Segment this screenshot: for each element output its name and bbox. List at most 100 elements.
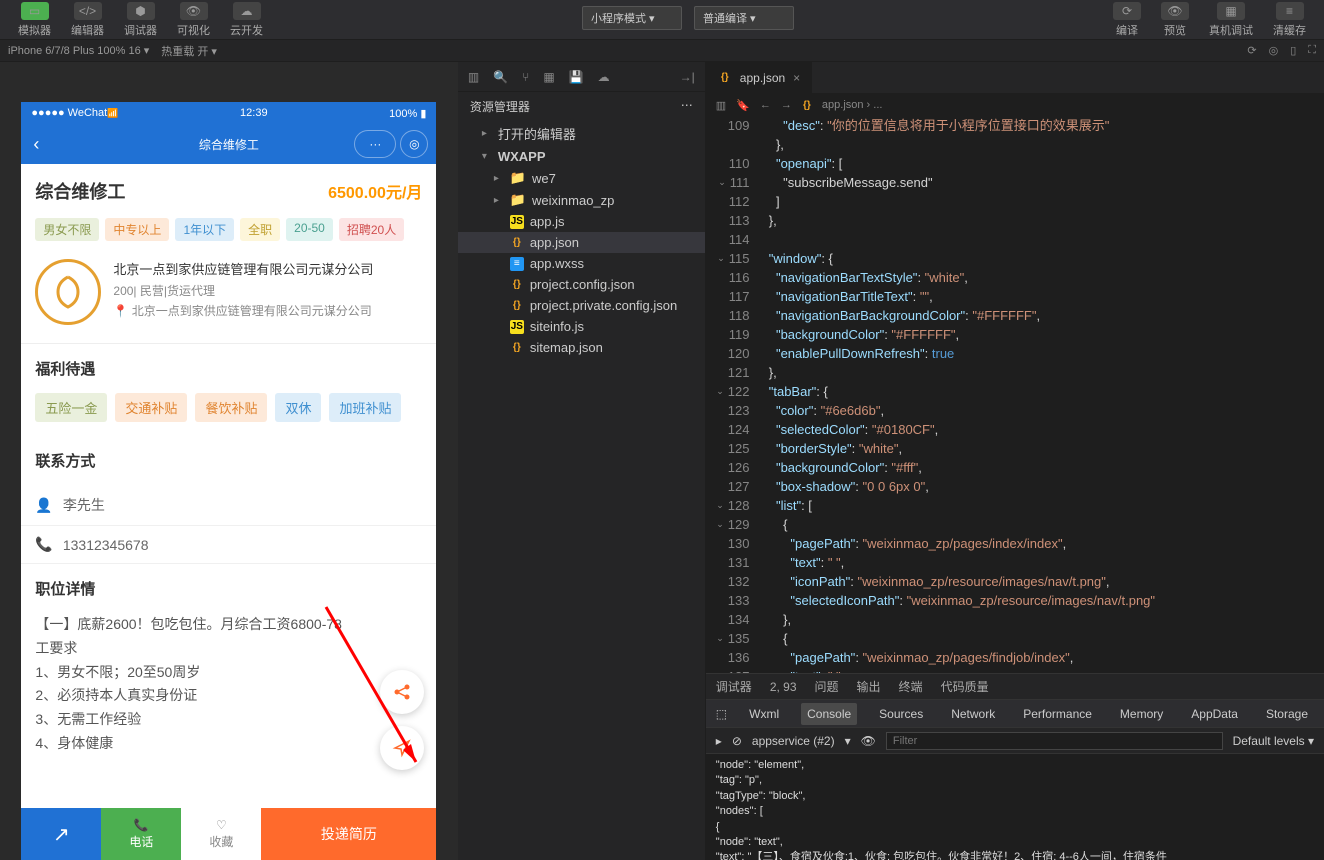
nav-title: 综合维修工: [199, 136, 259, 153]
debug-panel: 调试器 2, 93 问题 输出 终端 代码质量 ⬚ Wxml Console S…: [706, 673, 1324, 860]
file-item[interactable]: ≡app.wxss: [458, 253, 705, 274]
file-item[interactable]: JSsiteinfo.js: [458, 316, 705, 337]
explorer-panel: ▥ 🔍 ⑂ ▦ 💾 ☁ →| 资源管理器⋯ ▸打开的编辑器 ▾WXAPP ▸📁w…: [458, 62, 706, 860]
contact-phone[interactable]: 📞13312345678: [21, 526, 436, 564]
capsule-close[interactable]: ◎: [400, 130, 428, 158]
stack-icon: ≡: [1276, 2, 1304, 20]
folder-icon: 📁: [510, 170, 526, 186]
files-icon[interactable]: ▥: [468, 70, 479, 84]
network-tab[interactable]: Network: [945, 703, 1001, 725]
simulator-panel: ●●●●● WeChat📶 12:39 100% ▮ ‹ 综合维修工 ··· ◎…: [0, 62, 458, 860]
simulator-button[interactable]: ▭模拟器: [8, 0, 61, 40]
device-icon[interactable]: ▯: [1290, 44, 1296, 57]
file-item[interactable]: {}sitemap.json: [458, 337, 705, 358]
storage-tab[interactable]: Storage: [1260, 703, 1314, 725]
editor-tab[interactable]: {}app.json×: [706, 62, 812, 93]
layout-icon[interactable]: ▦: [543, 70, 554, 84]
debug-tab[interactable]: 调试器: [716, 678, 752, 695]
benefit-item: 餐饮补贴: [195, 393, 267, 422]
file-item[interactable]: {}project.private.config.json: [458, 295, 705, 316]
compile-dropdown[interactable]: 普通编译 ▾: [694, 6, 794, 30]
split-icon[interactable]: ▥: [716, 99, 726, 112]
wxml-tab[interactable]: Wxml: [743, 703, 785, 725]
editor-button[interactable]: </>编辑器: [61, 0, 114, 40]
back-icon[interactable]: ‹: [33, 134, 39, 155]
target-icon[interactable]: ◎: [1269, 44, 1279, 57]
debug-tab[interactable]: 问题: [815, 678, 839, 695]
json-file-icon: {}: [510, 278, 524, 292]
branch-icon[interactable]: ⑂: [522, 70, 529, 84]
explorer-header: 资源管理器⋯: [458, 92, 705, 121]
file-item[interactable]: {}app.json: [458, 232, 705, 253]
performance-tab[interactable]: Performance: [1017, 703, 1098, 725]
root-folder[interactable]: ▾WXAPP: [458, 146, 705, 167]
json-file-icon: {}: [510, 299, 524, 313]
sub-toolbar: iPhone 6/7/8 Plus 100% 16 ▾ 热重载 开 ▾ ⟳ ◎ …: [0, 40, 1324, 62]
signal-text: ●●●●● WeChat📶: [31, 107, 118, 119]
memory-tab[interactable]: Memory: [1114, 703, 1169, 725]
share-button[interactable]: ↗: [21, 808, 101, 860]
battery-text: 100% ▮: [389, 107, 426, 120]
clear-icon[interactable]: ⊘: [732, 734, 742, 748]
more-icon[interactable]: ⋯: [681, 98, 693, 115]
collapse-icon[interactable]: →|: [680, 70, 695, 84]
status-time: 12:39: [240, 107, 268, 119]
cloud-button[interactable]: ☁云开发: [220, 0, 273, 40]
sources-tab[interactable]: Sources: [873, 703, 929, 725]
eye-icon[interactable]: 👁: [861, 734, 876, 748]
favorite-button[interactable]: ♡收藏: [181, 808, 261, 860]
context-selector[interactable]: appservice (#2): [752, 734, 835, 748]
file-item[interactable]: {}project.config.json: [458, 274, 705, 295]
call-button[interactable]: 📞电话: [101, 808, 181, 860]
appdata-tab[interactable]: AppData: [1185, 703, 1244, 725]
detail-title: 职位详情: [21, 564, 436, 613]
expand-icon[interactable]: ⛶: [1308, 44, 1316, 57]
bug-icon: ⬢: [127, 2, 155, 20]
folder-item[interactable]: ▸📁we7: [458, 167, 705, 189]
folder-item[interactable]: ▸📁weixinmao_zp: [458, 189, 705, 211]
bookmark-icon[interactable]: 🔖: [736, 99, 750, 112]
save-icon[interactable]: 💾: [569, 70, 584, 84]
sidebar-icon[interactable]: ▸: [716, 734, 722, 748]
console-output[interactable]: "node": "element","tag": "p","tagType": …: [706, 754, 1324, 860]
nav-bar: ‹ 综合维修工 ··· ◎: [21, 124, 436, 164]
json-file-icon: {}: [718, 71, 732, 85]
share-float-button[interactable]: [380, 670, 424, 714]
close-icon[interactable]: ×: [793, 71, 800, 85]
clear-cache-button[interactable]: ≡清缓存: [1263, 0, 1316, 40]
levels-dropdown[interactable]: Default levels ▾: [1233, 734, 1314, 748]
forward-icon[interactable]: →: [781, 99, 792, 112]
locate-float-button[interactable]: [380, 726, 424, 770]
contact-title: 联系方式: [21, 436, 436, 485]
benefit-item: 五险一金: [35, 393, 107, 422]
preview-button[interactable]: 👁预览: [1151, 0, 1199, 40]
debugger-button[interactable]: ⬢调试器: [114, 0, 167, 40]
hot-reload-toggle[interactable]: 热重载 开 ▾: [161, 43, 217, 59]
code-editor[interactable]: 109110⌄111112113114⌄11511611711811912012…: [706, 116, 1324, 673]
console-tab[interactable]: Console: [801, 703, 857, 725]
refresh-icon[interactable]: ⟳: [1247, 44, 1256, 57]
cloud-icon[interactable]: ☁: [598, 70, 610, 84]
inspect-icon[interactable]: ⬚: [716, 707, 727, 721]
device-selector[interactable]: iPhone 6/7/8 Plus 100% 16 ▾: [8, 44, 149, 57]
back-icon[interactable]: ←: [760, 99, 771, 112]
submit-resume-button[interactable]: 投递简历: [261, 808, 436, 860]
search-icon[interactable]: 🔍: [493, 70, 508, 84]
debug-tab[interactable]: 终端: [899, 678, 923, 695]
opened-editors-section[interactable]: ▸打开的编辑器: [458, 121, 705, 146]
capsule-menu[interactable]: ···: [354, 130, 396, 158]
visualize-button[interactable]: 👁可视化: [167, 0, 220, 40]
tag-item: 招聘20人: [339, 218, 404, 241]
phone-icon: 📞: [134, 818, 149, 832]
compile-button[interactable]: ⟳编译: [1103, 0, 1151, 40]
phone-icon: 📞: [35, 536, 52, 553]
company-section[interactable]: 北京一点到家供应链管理有限公司元谋分公司 200| 民营|货运代理 📍 北京一点…: [21, 241, 436, 344]
cloud-icon: ☁: [233, 2, 261, 20]
device-debug-button[interactable]: ▦真机调试: [1199, 0, 1263, 40]
debug-tab[interactable]: 代码质量: [941, 678, 989, 695]
debug-tab[interactable]: 输出: [857, 678, 881, 695]
filter-input[interactable]: [886, 732, 1223, 750]
file-item[interactable]: JSapp.js: [458, 211, 705, 232]
json-file-icon: {}: [510, 236, 524, 250]
mode-dropdown[interactable]: 小程序模式 ▾: [582, 6, 682, 30]
